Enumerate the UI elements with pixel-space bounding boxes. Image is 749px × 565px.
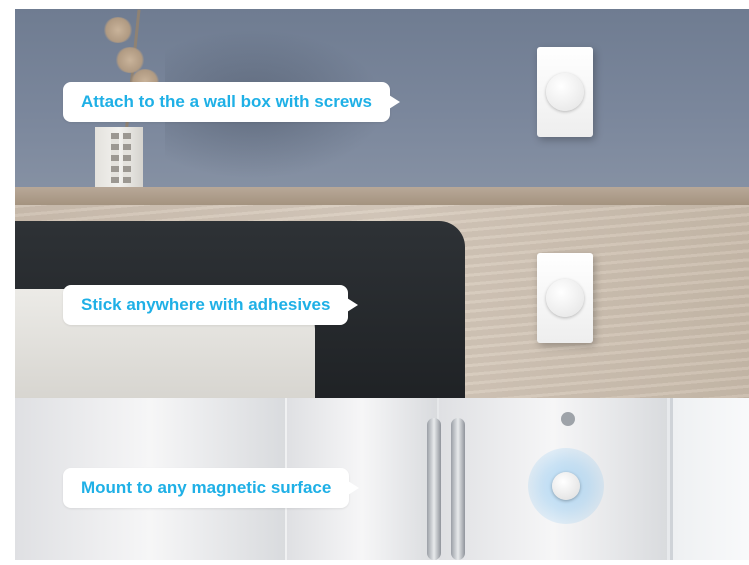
wood-shelf bbox=[15, 187, 749, 205]
callout-magnetic-text: Mount to any magnetic surface bbox=[81, 478, 332, 497]
fridge-handle bbox=[451, 418, 465, 560]
cabinet bbox=[670, 398, 749, 560]
magnetic-remote bbox=[552, 472, 580, 500]
wall-switch-plate bbox=[537, 47, 593, 137]
callout-wall-box: Attach to the a wall box with screws bbox=[63, 82, 400, 122]
dimmer-knob bbox=[546, 73, 584, 111]
vase bbox=[95, 127, 143, 189]
fridge-handle bbox=[427, 418, 441, 560]
callout-wall-box-text: Attach to the a wall box with screws bbox=[81, 92, 372, 111]
dimmer-knob bbox=[546, 279, 584, 317]
callout-adhesive-text: Stick anywhere with adhesives bbox=[81, 295, 331, 314]
callout-adhesive: Stick anywhere with adhesives bbox=[63, 285, 359, 325]
dried-flower bbox=[103, 17, 133, 43]
callout-magnetic: Mount to any magnetic surface bbox=[63, 468, 360, 508]
adhesive-switch-plate bbox=[537, 253, 593, 343]
magnetic-remote-glow bbox=[528, 448, 604, 524]
fridge-sensor-dot bbox=[561, 412, 575, 426]
